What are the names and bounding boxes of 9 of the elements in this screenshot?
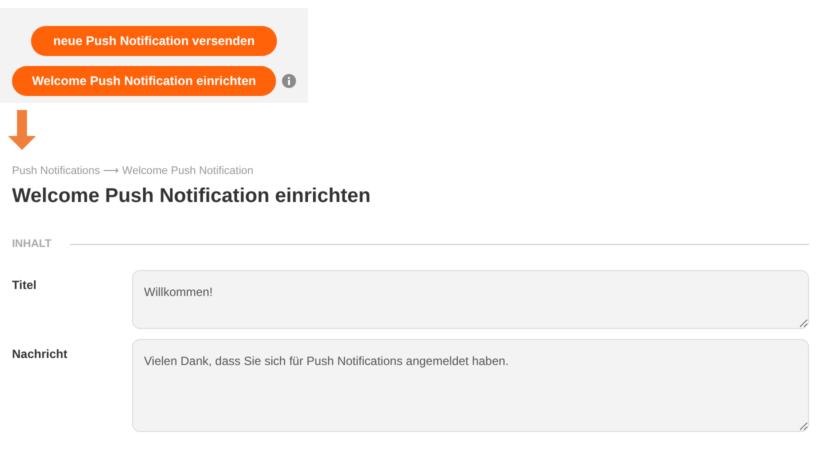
field-label: Titel (12, 277, 38, 292)
text-area[interactable]: Willkommen! (132, 270, 809, 329)
field-label: Nachricht (12, 346, 68, 361)
down-arrow-icon (8, 110, 36, 150)
page-title: Welcome Push Notification einrichten (12, 185, 372, 208)
text-area[interactable]: Vielen Dank, dass Sie sich für Push Notifications angemeldet haben. (132, 339, 809, 432)
info-icon[interactable] (282, 74, 296, 88)
section-heading: INHALT (12, 238, 52, 250)
breadcrumb: Push Notifications ⟶ Welcome Push Notification (12, 164, 254, 177)
